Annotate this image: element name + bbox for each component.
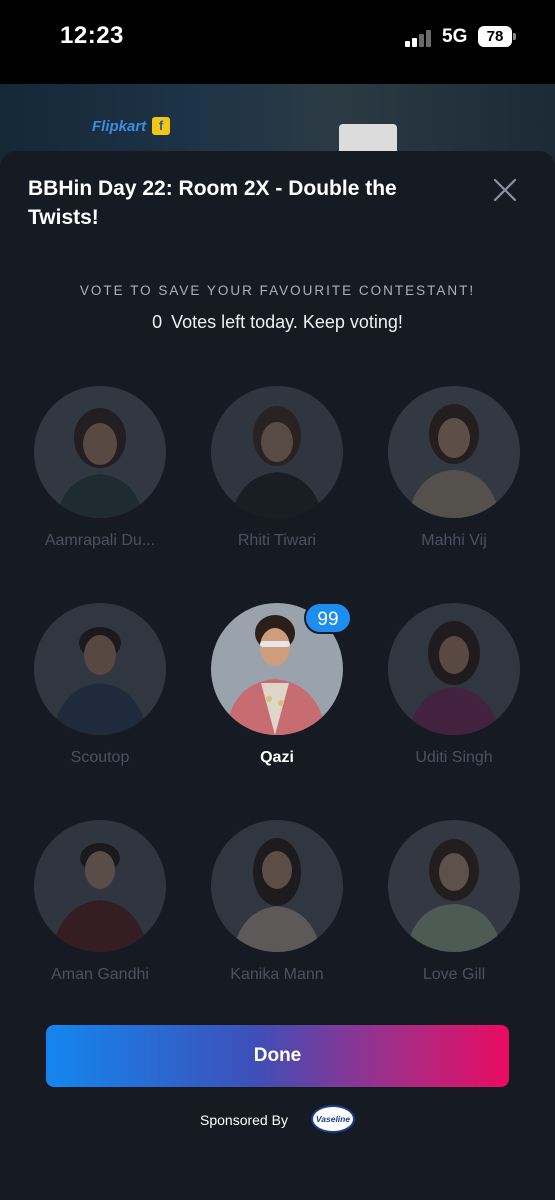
close-icon[interactable] <box>488 173 522 207</box>
clock: 12:23 <box>60 22 124 49</box>
done-button[interactable]: Done <box>46 1025 509 1087</box>
contestant-card[interactable]: Kanika Mann <box>197 820 357 1010</box>
battery-level: 78 <box>478 26 512 47</box>
vaseline-logo: Vaseline <box>311 1105 355 1133</box>
contestant-name: Love Gill <box>422 966 486 983</box>
contestant-avatar <box>211 820 343 952</box>
contestant-name: Aamrapali Du... <box>44 532 156 549</box>
flipkart-bag-icon: f <box>152 117 170 135</box>
contestant-name: Scoutop <box>70 749 130 766</box>
contestant-card[interactable]: Aamrapali Du... <box>20 386 180 576</box>
vote-count-badge: 99 <box>304 602 352 634</box>
contestant-name: Mahhi Vij <box>421 532 487 549</box>
voting-sheet: BBHin Day 22: Room 2X - Double the Twist… <box>0 151 555 1200</box>
sheet-title: BBHin Day 22: Room 2X - Double the Twist… <box>28 177 397 229</box>
flipkart-logo: Flipkart <box>92 118 147 135</box>
contestant-card[interactable]: Aman Gandhi <box>20 820 180 1010</box>
votes-left: 0 Votes left today. Keep voting! <box>0 312 555 333</box>
contestant-card[interactable]: Love Gill <box>374 820 534 1010</box>
network-type: 5G <box>442 26 468 47</box>
contestant-name: Qazi <box>260 749 294 766</box>
contestant-card-selected[interactable]: 99 Qazi <box>197 602 357 793</box>
contestant-avatar <box>388 820 520 952</box>
vote-instruction: VOTE TO SAVE YOUR FAVOURITE CONTESTANT! <box>79 283 476 298</box>
contestant-name: Aman Gandhi <box>51 966 149 983</box>
contestant-name: Rhiti Tiwari <box>237 532 317 549</box>
contestant-avatar <box>388 386 520 518</box>
contestant-avatar <box>211 386 343 518</box>
contestant-avatar <box>34 603 166 735</box>
status-bar: 12:23 5G 78 <box>0 0 555 84</box>
contestant-name: Kanika Mann <box>230 966 324 983</box>
contestant-avatar <box>388 603 520 735</box>
votes-left-count: 0 <box>152 312 163 332</box>
contestant-card[interactable]: Mahhi Vij <box>374 386 534 576</box>
sponsor-label: Sponsored By <box>200 1112 288 1128</box>
contestant-card[interactable]: Rhiti Tiwari <box>197 386 357 576</box>
cellular-signal-icon <box>405 29 433 47</box>
battery-icon: 78 <box>478 26 516 47</box>
contestant-card[interactable]: Uditi Singh <box>374 603 534 793</box>
votes-left-text: Votes left today. Keep voting! <box>171 312 403 332</box>
contestant-avatar <box>34 820 166 952</box>
contestant-card[interactable]: Scoutop <box>20 603 180 793</box>
contestant-name: Uditi Singh <box>415 749 493 766</box>
contestant-avatar <box>34 386 166 518</box>
sponsor-row: Sponsored By Vaseline <box>0 1105 555 1135</box>
